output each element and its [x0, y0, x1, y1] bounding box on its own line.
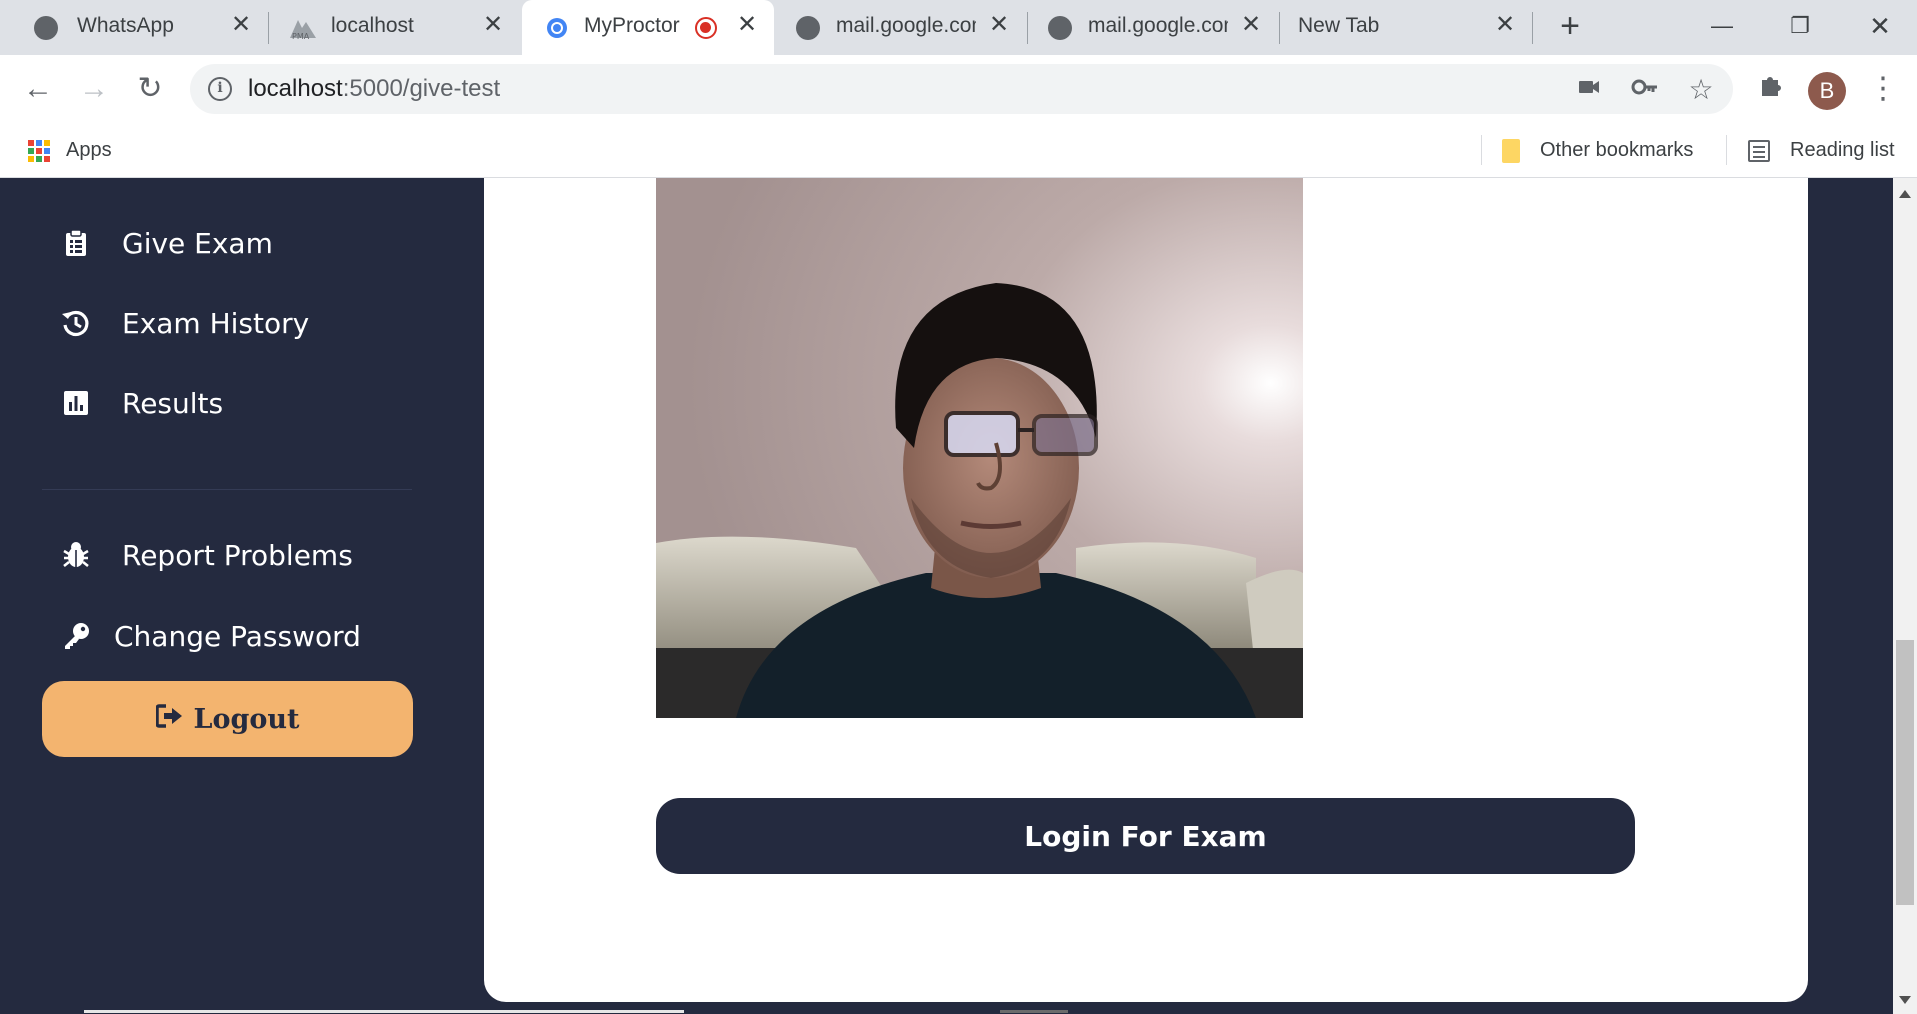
logout-button[interactable]: Logout	[42, 681, 413, 757]
address-bar[interactable]: i localhost:5000/give-test ☆	[190, 64, 1733, 114]
tab-myproctor[interactable]: MyProctor ✕	[522, 0, 774, 55]
bug-icon	[60, 539, 92, 571]
close-tab-icon[interactable]: ✕	[228, 12, 254, 38]
camera-icon[interactable]	[1574, 75, 1604, 105]
logout-label: Logout	[193, 703, 300, 735]
close-tab-icon[interactable]: ✕	[480, 12, 506, 38]
tab-title: MyProctor	[584, 14, 680, 37]
minimize-icon[interactable]: —	[1694, 8, 1750, 44]
browser-toolbar: ← → ↻ i localhost:5000/give-test ☆ B ⋮	[0, 55, 1917, 123]
key-icon	[60, 620, 92, 652]
reload-icon[interactable]: ↻	[130, 69, 170, 109]
tab-title: WhatsApp	[77, 14, 174, 37]
reading-list[interactable]: Reading list	[1748, 123, 1895, 178]
sidebar-item-exam-history[interactable]: Exam History	[60, 298, 309, 348]
tab-mail-google-2[interactable]: mail.google.com ✕	[1028, 0, 1278, 55]
sidebar: Give Exam Exam History Results Report Pr…	[0, 178, 455, 1014]
apps-shortcut[interactable]: Apps	[28, 123, 112, 178]
close-tab-icon[interactable]: ✕	[734, 12, 760, 38]
close-window-icon[interactable]: ✕	[1852, 8, 1908, 44]
sidebar-item-label: Give Exam	[122, 226, 273, 260]
tab-whatsapp[interactable]: WhatsApp ✕	[0, 0, 268, 55]
sidebar-item-give-exam[interactable]: Give Exam	[60, 218, 273, 268]
close-tab-icon[interactable]: ✕	[1492, 12, 1518, 38]
bar-chart-icon	[60, 387, 92, 419]
recording-icon	[695, 17, 717, 39]
sidebar-item-report-problems[interactable]: Report Problems	[60, 530, 353, 580]
tab-title: mail.google.com	[836, 14, 976, 37]
forward-arrow-icon[interactable]: →	[74, 69, 114, 109]
other-bookmarks-label: Other bookmarks	[1540, 139, 1694, 161]
vertical-scrollbar[interactable]	[1893, 178, 1917, 1014]
sidebar-divider	[42, 489, 412, 490]
login-for-exam-button[interactable]: Login For Exam	[656, 798, 1635, 874]
sidebar-item-label: Report Problems	[122, 538, 353, 572]
extensions-puzzle-icon[interactable]	[1754, 72, 1788, 106]
globe-icon	[34, 16, 58, 40]
bookmark-star-icon[interactable]: ☆	[1686, 75, 1716, 105]
tab-localhost[interactable]: PMA localhost ✕	[268, 0, 520, 55]
sign-out-icon	[154, 703, 184, 735]
sidebar-item-label: Exam History	[122, 306, 310, 340]
horizontal-scroll-thumb[interactable]	[1000, 1010, 1068, 1013]
webcam-preview	[656, 178, 1303, 718]
tab-separator	[1532, 12, 1533, 44]
globe-icon	[796, 16, 820, 40]
scrollbar-thumb[interactable]	[1896, 640, 1914, 905]
reading-list-icon	[1748, 139, 1770, 162]
menu-kebab-icon[interactable]: ⋮	[1866, 72, 1900, 106]
main-content-card: Login For Exam	[484, 178, 1808, 1002]
tab-title: localhost	[331, 14, 414, 37]
globe-icon	[1048, 16, 1072, 40]
apps-label: Apps	[66, 139, 112, 161]
close-tab-icon[interactable]: ✕	[1238, 12, 1264, 38]
tab-new-tab[interactable]: New Tab ✕	[1280, 0, 1532, 55]
key-icon[interactable]	[1630, 75, 1660, 105]
chrome-dot-icon	[545, 16, 569, 40]
close-tab-icon[interactable]: ✕	[986, 12, 1012, 38]
folder-icon	[1502, 138, 1520, 163]
scroll-up-arrow-icon[interactable]	[1899, 190, 1911, 198]
bookmarks-bar: Apps Other bookmarks Reading list	[0, 123, 1917, 178]
tab-title: New Tab	[1298, 14, 1380, 37]
history-icon	[60, 307, 92, 339]
site-info-icon[interactable]: i	[208, 77, 232, 101]
apps-grid-icon	[28, 139, 50, 162]
browser-tab-strip: WhatsApp ✕ PMA localhost ✕ MyProctor ✕ m…	[0, 0, 1917, 55]
phpmyadmin-icon: PMA	[288, 16, 316, 41]
clipboard-icon	[60, 227, 92, 259]
horizontal-scroll-track	[84, 1010, 684, 1013]
bookmarks-separator	[1726, 135, 1727, 165]
restore-icon[interactable]: ❐	[1772, 8, 1828, 44]
sidebar-item-results[interactable]: Results	[60, 378, 223, 428]
tab-mail-google-1[interactable]: mail.google.com ✕	[776, 0, 1026, 55]
url-text[interactable]: localhost:5000/give-test	[248, 75, 500, 103]
reading-list-label: Reading list	[1790, 139, 1895, 161]
sidebar-item-label: Change Password	[114, 619, 361, 653]
bookmarks-separator	[1481, 135, 1482, 165]
profile-avatar[interactable]: B	[1808, 72, 1846, 110]
sidebar-item-label: Results	[122, 386, 224, 420]
scroll-down-arrow-icon[interactable]	[1899, 996, 1911, 1004]
new-tab-plus-icon[interactable]: +	[1553, 9, 1587, 44]
back-arrow-icon[interactable]: ←	[18, 69, 58, 109]
sidebar-item-change-password[interactable]: Change Password	[60, 611, 361, 661]
page-viewport: Give Exam Exam History Results Report Pr…	[0, 178, 1917, 1014]
horizontal-scrollbar[interactable]	[0, 1008, 1893, 1014]
svg-text:PMA: PMA	[292, 32, 310, 40]
tab-title: mail.google.com	[1088, 14, 1228, 37]
other-bookmarks[interactable]: Other bookmarks	[1502, 123, 1693, 178]
